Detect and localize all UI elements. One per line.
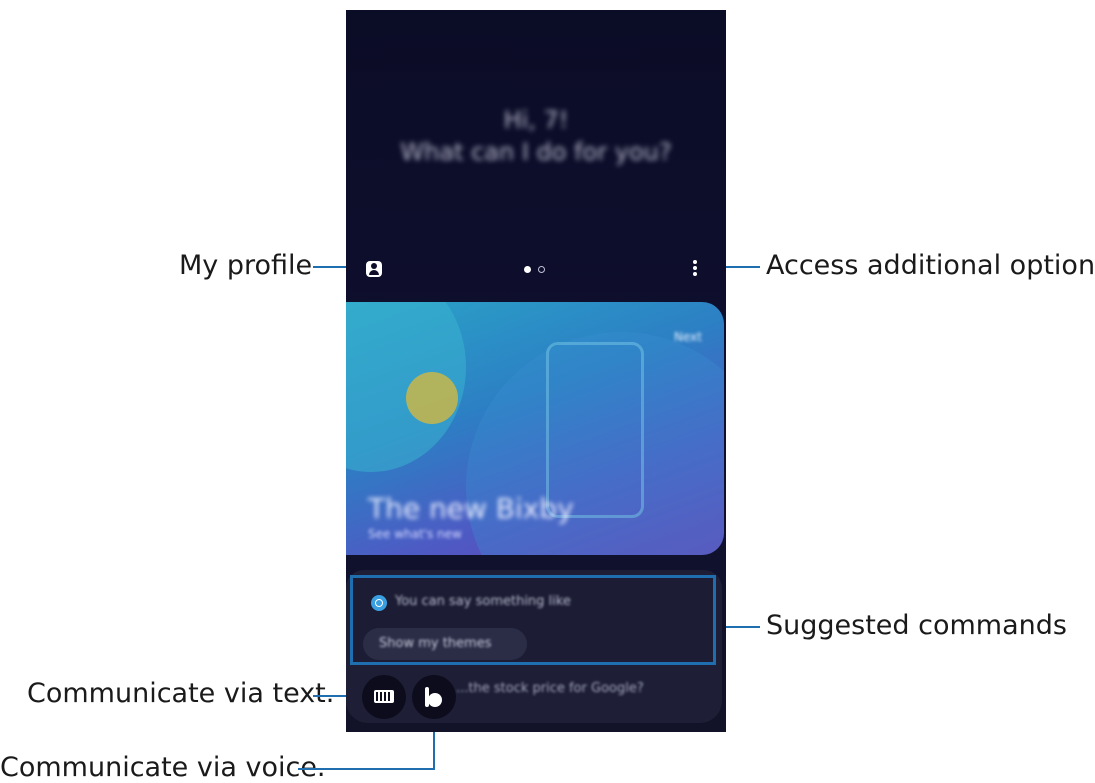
- communicate-voice-label: Communicate via voice.: [0, 752, 326, 783]
- profile-icon[interactable]: [366, 261, 382, 277]
- greeting-line2: What can I do for you?: [400, 138, 672, 166]
- access-options-label: Access additional options.: [766, 250, 1095, 281]
- greeting-line1: Hi, 7!: [503, 106, 569, 134]
- banner-subtitle: See what's new: [368, 527, 462, 541]
- bixby-screen: Hi, 7! What can I do for you? Next The n…: [346, 10, 726, 732]
- voice-button[interactable]: [412, 675, 456, 719]
- communicate-text-label: Communicate via text.: [27, 678, 335, 709]
- page-dot-active: [524, 266, 531, 273]
- bixby-voice-icon: [425, 687, 443, 707]
- suggestion-chip[interactable]: Show my themes: [363, 628, 527, 660]
- suggested-commands-box: You can say something like Show my theme…: [350, 575, 716, 665]
- banner-next-link[interactable]: Next: [674, 330, 702, 344]
- leader-line-voice-horizontal: [298, 768, 435, 770]
- keyboard-icon: [374, 690, 394, 703]
- suggest-hint: You can say something like: [395, 594, 571, 609]
- more-options-icon[interactable]: [693, 260, 697, 276]
- bottom-suggestion-text: ...the stock price for Google?: [456, 681, 644, 696]
- suggested-commands-label: Suggested commands: [766, 610, 1067, 641]
- whats-new-banner[interactable]: Next The new Bixby See what's new: [346, 302, 724, 555]
- banner-title: The new Bixby: [368, 492, 574, 525]
- page-dot-inactive: [538, 266, 545, 273]
- banner-glow-shape: [406, 372, 458, 424]
- leader-line-suggested: [722, 626, 760, 628]
- suggestion-chip-label: Show my themes: [379, 636, 492, 651]
- search-icon: [371, 595, 387, 611]
- my-profile-label: My profile: [179, 250, 313, 281]
- keyboard-button[interactable]: [362, 675, 406, 719]
